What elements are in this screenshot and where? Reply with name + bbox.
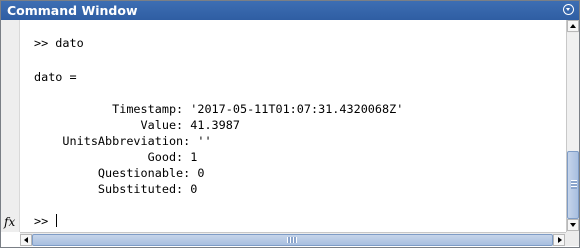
- field-questionable: Questionable: 0: [34, 166, 205, 180]
- prompt-text: >>: [34, 214, 56, 228]
- fx-icon[interactable]: fx: [4, 215, 15, 229]
- window-title: Command Window: [7, 3, 138, 18]
- text-cursor: [56, 214, 58, 227]
- field-good: Good: 1: [34, 150, 198, 164]
- chevron-down-circle-icon[interactable]: [563, 4, 574, 15]
- output-header: dato =: [34, 70, 77, 84]
- grip-icon: [571, 180, 577, 189]
- command-line: >> dato: [34, 36, 84, 50]
- arrow-right-icon[interactable]: [553, 234, 565, 246]
- vertical-scrollbar[interactable]: [566, 20, 579, 232]
- arrow-down-icon[interactable]: [567, 219, 579, 231]
- left-gutter: [1, 20, 20, 232]
- field-value: Value: 41.3987: [34, 118, 240, 132]
- title-bar[interactable]: Command Window: [1, 1, 579, 20]
- grip-icon: [287, 237, 297, 243]
- field-units-abbreviation: UnitsAbbreviation: '': [34, 134, 212, 148]
- command-window: Command Window >> dato dato = Timestamp:…: [0, 0, 580, 248]
- arrow-left-icon[interactable]: [20, 234, 32, 246]
- console-output[interactable]: >> dato dato = Timestamp: '2017-05-11T01…: [34, 20, 550, 232]
- scrollbar-corner: [566, 232, 579, 246]
- horizontal-scroll-thumb[interactable]: [32, 234, 553, 246]
- arrow-up-icon[interactable]: [567, 20, 579, 32]
- field-timestamp: Timestamp: '2017-05-11T01:07:31.4320068Z…: [34, 102, 404, 116]
- field-substituted: Substituted: 0: [34, 182, 198, 196]
- vertical-scroll-thumb[interactable]: [567, 151, 579, 219]
- horizontal-scrollbar[interactable]: [20, 232, 566, 246]
- command-prompt[interactable]: >>: [34, 214, 58, 228]
- vertical-scroll-track[interactable]: [567, 33, 579, 219]
